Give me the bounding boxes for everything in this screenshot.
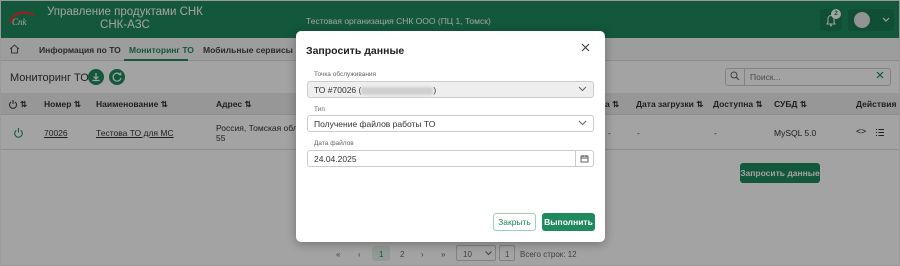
date-input[interactable]: 24.04.2025	[307, 150, 594, 167]
redacted-value	[361, 86, 434, 95]
close-button[interactable]: Закрыть	[493, 213, 536, 231]
point-select: ТО #70026 ()	[307, 81, 594, 98]
date-label: Дата файлов	[314, 140, 354, 147]
chevron-down-icon	[578, 120, 587, 126]
chevron-down-icon	[578, 86, 587, 92]
calendar-icon[interactable]	[580, 154, 589, 163]
type-select[interactable]: Получение файлов работы ТО	[307, 115, 594, 132]
app-window: Cnk Управление продуктами СНК СНК-АЗС Те…	[0, 0, 900, 266]
request-data-dialog: Запросить данные Точка обслуживания ТО #…	[296, 31, 605, 242]
date-divider	[575, 151, 576, 166]
point-value: ТО #70026 ()	[314, 85, 436, 95]
point-label: Точка обслуживания	[314, 71, 377, 78]
type-label: Тип	[314, 106, 325, 113]
date-value: 24.04.2025	[314, 154, 357, 164]
close-icon[interactable]	[581, 43, 590, 52]
point-value-end: )	[433, 85, 437, 95]
type-value: Получение файлов работы ТО	[314, 119, 436, 129]
run-button[interactable]: Выполнить	[542, 213, 595, 231]
point-value-text: ТО #70026 (	[314, 85, 362, 95]
dialog-title: Запросить данные	[306, 45, 405, 57]
